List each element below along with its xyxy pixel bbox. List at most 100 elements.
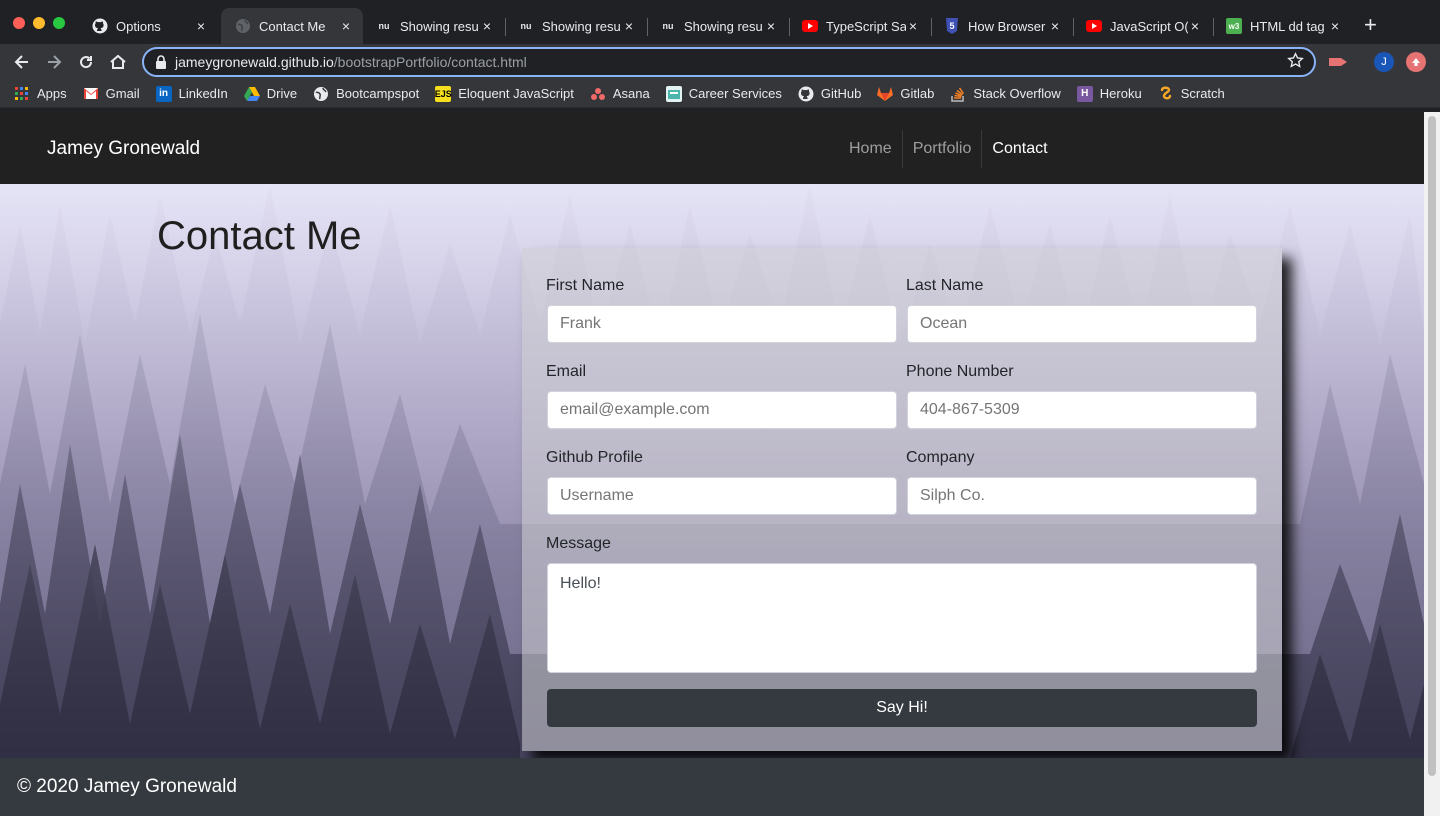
scratch-icon: [1158, 86, 1174, 102]
reload-button[interactable]: [76, 52, 96, 72]
bookmark-stack-overflow[interactable]: Stack Overflow: [950, 86, 1061, 102]
page-title: Contact Me: [157, 214, 362, 258]
bookmark-apps[interactable]: Apps: [14, 86, 67, 102]
bookmark-drive[interactable]: Drive: [243, 86, 298, 102]
browser-tab[interactable]: JavaScript O( ×: [1072, 8, 1212, 44]
nav-link-home[interactable]: Home: [839, 130, 902, 168]
bookmark-star-icon[interactable]: [1287, 52, 1304, 74]
message-textarea[interactable]: Hello!: [547, 563, 1257, 673]
youtube-icon: [802, 18, 818, 34]
phone-label: Phone Number: [906, 363, 1014, 380]
svg-text:5: 5: [949, 21, 954, 31]
page-scrollbar[interactable]: [1424, 112, 1440, 816]
bookmark-scratch[interactable]: Scratch: [1158, 86, 1225, 102]
bookmark-label: Bootcampspot: [336, 86, 420, 101]
bookmark-label: Stack Overflow: [973, 86, 1061, 101]
site-brand[interactable]: Jamey Gronewald: [47, 138, 200, 160]
reload-icon: [80, 56, 93, 69]
bookmark-career-services[interactable]: Career Services: [665, 85, 782, 102]
company-input[interactable]: [907, 477, 1257, 515]
phone-input[interactable]: [907, 391, 1257, 429]
tab-close-icon[interactable]: ×: [906, 18, 920, 34]
tab-title: JavaScript O(: [1110, 18, 1188, 34]
tab-title: HTML dd tag: [1250, 18, 1325, 34]
bookmark-label: LinkedIn: [178, 86, 228, 101]
browser-tab[interactable]: w3 HTML dd tag ×: [1212, 8, 1352, 44]
tab-close-icon[interactable]: ×: [1048, 18, 1062, 34]
nu-icon: nu: [378, 21, 390, 31]
nav-link-contact[interactable]: Contact: [981, 130, 1057, 168]
bookmarks-bar: Apps Gmail in LinkedIn Drive Bootcampspo…: [0, 80, 1440, 108]
tab-close-icon[interactable]: ×: [1188, 18, 1202, 34]
extension-icon[interactable]: [1328, 52, 1348, 72]
tab-close-icon[interactable]: ×: [622, 18, 636, 34]
github-input[interactable]: [547, 477, 897, 515]
home-icon: [110, 54, 126, 69]
browser-tab[interactable]: nu Showing resu ×: [646, 8, 788, 44]
window-zoom-button[interactable]: [53, 17, 65, 29]
address-bar[interactable]: jameygronewald.github.io/bootstrapPortfo…: [142, 47, 1316, 77]
nav-links: Home Portfolio Contact: [839, 130, 1058, 168]
tab-close-icon[interactable]: ×: [339, 18, 353, 34]
stackoverflow-icon: [950, 86, 966, 102]
w3-icon: w3: [1226, 18, 1242, 34]
forward-button[interactable]: [44, 52, 64, 72]
bookmark-label: Eloquent JavaScript: [458, 86, 574, 101]
ejs-icon: EJS: [435, 85, 452, 102]
profile-avatar[interactable]: J: [1374, 52, 1394, 72]
back-arrow-icon: [14, 55, 28, 69]
bookmark-label: Apps: [37, 86, 67, 101]
github-icon: [92, 18, 108, 34]
browser-tab[interactable]: 5 How Browser ×: [930, 8, 1072, 44]
email-input[interactable]: [547, 391, 897, 429]
nu-icon: nu: [662, 21, 674, 31]
tab-close-icon[interactable]: ×: [194, 18, 208, 34]
heroku-icon: H: [1076, 85, 1093, 102]
gitlab-icon: [877, 86, 894, 102]
bookmark-eloquent-js[interactable]: EJS Eloquent JavaScript: [435, 85, 574, 102]
url-text: jameygronewald.github.io/bootstrapPortfo…: [175, 54, 527, 70]
new-tab-button[interactable]: +: [1364, 14, 1377, 36]
first-name-input[interactable]: [547, 305, 897, 343]
browser-tab[interactable]: nu Showing resu ×: [504, 8, 646, 44]
bookmark-label: Drive: [266, 86, 298, 101]
asana-icon: [590, 86, 606, 102]
last-name-input[interactable]: [907, 305, 1257, 343]
update-icon[interactable]: [1406, 52, 1426, 72]
lock-icon: [155, 55, 167, 69]
tab-close-icon[interactable]: ×: [480, 18, 494, 34]
bookmark-label: Gitlab: [900, 86, 935, 101]
back-button[interactable]: [12, 52, 32, 72]
bookmark-bootcampspot[interactable]: Bootcampspot: [313, 86, 419, 102]
bookmark-gmail[interactable]: Gmail: [83, 86, 140, 102]
last-name-label: Last Name: [906, 277, 984, 294]
browser-tab[interactable]: nu Showing resu ×: [362, 8, 504, 44]
footer-copyright: © 2020 Jamey Gronewald: [17, 776, 237, 797]
globe-icon: [235, 18, 251, 34]
window-minimize-button[interactable]: [33, 17, 45, 29]
tab-close-icon[interactable]: ×: [1328, 18, 1342, 34]
url-host: jameygronewald.github.io: [175, 54, 334, 70]
scrollbar-thumb[interactable]: [1428, 116, 1436, 776]
bookmark-gitlab[interactable]: Gitlab: [877, 86, 934, 102]
bookmark-github[interactable]: GitHub: [798, 86, 861, 102]
tab-title: Options: [116, 18, 161, 34]
tab-title: TypeScript Sa: [826, 18, 906, 34]
submit-button[interactable]: Say Hi!: [547, 689, 1257, 727]
drive-icon: [243, 86, 260, 102]
browser-tab[interactable]: TypeScript Sa ×: [788, 8, 930, 44]
bookmark-asana[interactable]: Asana: [590, 86, 650, 102]
bookmark-heroku[interactable]: H Heroku: [1076, 85, 1142, 102]
github-label: Github Profile: [546, 449, 643, 466]
tab-close-icon[interactable]: ×: [764, 18, 778, 34]
page-viewport: Jamey Gronewald Home Portfolio Contact C…: [0, 112, 1424, 816]
browser-tab-active[interactable]: Contact Me ×: [221, 8, 363, 44]
tab-title: Showing resu: [542, 18, 621, 34]
nav-link-portfolio[interactable]: Portfolio: [901, 130, 982, 168]
bookmark-linkedin[interactable]: in LinkedIn: [155, 85, 228, 102]
css3-icon: 5: [944, 18, 960, 34]
browser-tab[interactable]: Options ×: [78, 8, 218, 44]
window-close-button[interactable]: [13, 17, 25, 29]
home-button[interactable]: [108, 52, 128, 72]
globe-icon: [313, 86, 329, 102]
